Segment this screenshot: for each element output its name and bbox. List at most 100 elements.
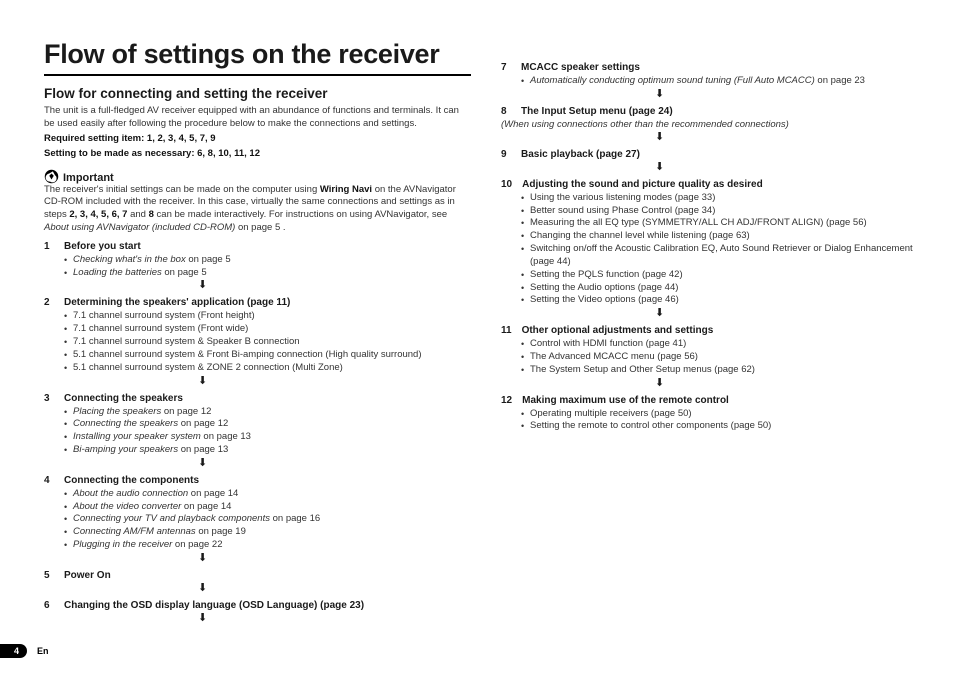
list-item-text: The System Setup and Other Setup menus (… xyxy=(530,364,755,375)
down-arrow-icon: ⬇ xyxy=(198,458,471,469)
list-item: Control with HDMI function (page 41) xyxy=(521,338,928,351)
list-item-text: 7.1 channel surround system (Front wide) xyxy=(73,323,248,334)
imp-wiring: Wiring Navi xyxy=(320,184,372,195)
imp-a: The receiver's initial settings can be m… xyxy=(44,184,320,195)
list-item-text: 7.1 channel surround system & Speaker B … xyxy=(73,336,300,347)
step-bullets: Placing the speakers on page 12Connectin… xyxy=(64,406,471,457)
list-item: Connecting the speakers on page 12 xyxy=(64,418,471,431)
list-item-text: Better sound using Phase Control (page 3… xyxy=(530,205,715,216)
list-item: Installing your speaker system on page 1… xyxy=(64,431,471,444)
list-item-italic: Bi-amping your speakers xyxy=(73,444,178,455)
imp-steps: 2, 3, 4, 5, 6, 7 xyxy=(69,209,127,220)
step-number: 8 xyxy=(501,106,511,117)
list-item: Loading the batteries on page 5 xyxy=(64,267,471,280)
step-heading: 1Before you start xyxy=(44,241,471,252)
list-item-text: Switching on/off the Acoustic Calibratio… xyxy=(530,243,913,267)
step-heading: 9Basic playback (page 27) xyxy=(501,149,928,160)
intro-text: The unit is a full-fledged AV receiver e… xyxy=(44,105,471,131)
left-steps: 1Before you start Checking what's in the … xyxy=(44,241,471,624)
down-arrow-icon: ⬇ xyxy=(655,89,928,100)
list-item: Placing the speakers on page 12 xyxy=(64,406,471,419)
list-item-text: Changing the channel level while listeni… xyxy=(530,230,750,241)
list-item-text: on page 13 xyxy=(201,431,251,442)
list-item-text: Setting the PQLS function (page 42) xyxy=(530,269,683,280)
list-item-italic: Plugging in the receiver xyxy=(73,539,172,550)
step-title: Power On xyxy=(64,570,111,581)
list-item-italic: Connecting AM/FM antennas xyxy=(73,526,196,537)
step-title: Adjusting the sound and picture quality … xyxy=(522,179,763,190)
list-item-text: on page 16 xyxy=(270,513,320,524)
section-subtitle: Flow for connecting and setting the rece… xyxy=(44,86,471,101)
step-number: 11 xyxy=(501,325,512,336)
step-bullets: Using the various listening modes (page … xyxy=(521,192,928,307)
down-arrow-icon: ⬇ xyxy=(198,583,471,594)
page: Flow of settings on the receiver Flow fo… xyxy=(0,0,954,676)
list-item: Bi-amping your speakers on page 13 xyxy=(64,444,471,457)
list-item-text: Setting the Audio options (page 44) xyxy=(530,282,678,293)
step-heading: 11Other optional adjustments and setting… xyxy=(501,325,928,336)
list-item-text: Setting the Video options (page 46) xyxy=(530,294,679,305)
down-arrow-icon: ⬇ xyxy=(198,376,471,387)
down-arrow-icon: ⬇ xyxy=(655,162,928,173)
page-language: En xyxy=(37,646,49,656)
step-number: 12 xyxy=(501,395,512,406)
list-item-text: on page 13 xyxy=(178,444,228,455)
title-rule xyxy=(44,74,471,76)
step-bullets: Checking what's in the box on page 5Load… xyxy=(64,254,471,280)
page-title: Flow of settings on the receiver xyxy=(44,40,471,68)
step-title: Making maximum use of the remote control xyxy=(522,395,729,406)
step-heading: 5 Power On xyxy=(44,570,471,581)
list-item-text: Measuring the all EQ type (SYMMETRY/ALL … xyxy=(530,217,867,228)
important-heading: Important xyxy=(44,169,471,184)
step-bullets: Automatically conducting optimum sound t… xyxy=(521,75,928,88)
step-title: Basic playback (page 27) xyxy=(521,149,640,160)
list-item-text: on page 19 xyxy=(196,526,246,537)
step-title: MCACC speaker settings xyxy=(521,62,640,73)
list-item-italic: Connecting your TV and playback componen… xyxy=(73,513,270,524)
list-item: Using the various listening modes (page … xyxy=(521,192,928,205)
down-arrow-icon: ⬇ xyxy=(198,613,471,624)
step-heading: 6 Changing the OSD display language (OSD … xyxy=(44,600,471,611)
list-item: Setting the Audio options (page 44) xyxy=(521,282,928,295)
list-item-text: on page 22 xyxy=(172,539,222,550)
list-item: 5.1 channel surround system & ZONE 2 con… xyxy=(64,362,471,375)
list-item-text: on page 5 xyxy=(162,267,207,278)
step-heading: 10Adjusting the sound and picture qualit… xyxy=(501,179,928,190)
down-arrow-icon: ⬇ xyxy=(655,378,928,389)
step-heading: 2Determining the speakers' application (… xyxy=(44,297,471,308)
list-item-text: Operating multiple receivers (page 50) xyxy=(530,408,692,419)
important-text: The receiver's initial settings can be m… xyxy=(44,184,471,235)
step-number: 6 xyxy=(44,600,54,611)
list-item-italic: Installing your speaker system xyxy=(73,431,201,442)
step-bullets: 7.1 channel surround system (Front heigh… xyxy=(64,310,471,374)
list-item: Switching on/off the Acoustic Calibratio… xyxy=(521,243,928,269)
step-title: Determining the speakers' application (p… xyxy=(64,297,290,308)
list-item-italic: Automatically conducting optimum sound t… xyxy=(530,75,815,86)
imp-tail: on page 5 . xyxy=(235,222,285,233)
list-item: Connecting AM/FM antennas on page 19 xyxy=(64,526,471,539)
list-item-text: on page 5 xyxy=(186,254,231,265)
step-number: 1 xyxy=(44,241,54,252)
list-item-text: Control with HDMI function (page 41) xyxy=(530,338,686,349)
right-top-spacer xyxy=(501,34,928,56)
step-bullets: Control with HDMI function (page 41) The … xyxy=(521,338,928,376)
page-number: 4 xyxy=(0,644,27,658)
step-heading: 8The Input Setup menu (page 24) xyxy=(501,106,928,117)
list-item-text: on page 12 xyxy=(161,406,211,417)
list-item-italic: Checking what's in the box xyxy=(73,254,186,265)
list-item: Setting the remote to control other comp… xyxy=(521,420,928,433)
step-title: Changing the OSD display language (OSD L… xyxy=(64,600,364,611)
down-arrow-icon: ⬇ xyxy=(198,553,471,564)
step-number: 4 xyxy=(44,475,54,486)
optional-values: : 6, 8, 10, 11, 12 xyxy=(191,148,260,159)
list-item-text: 5.1 channel surround system & Front Bi-a… xyxy=(73,349,422,360)
list-item: About the audio connection on page 14 xyxy=(64,488,471,501)
optional-line: Setting to be made as necessary: 6, 8, 1… xyxy=(44,148,471,161)
list-item-italic: Connecting the speakers xyxy=(73,418,178,429)
list-item: Changing the channel level while listeni… xyxy=(521,230,928,243)
step-number: 3 xyxy=(44,393,54,404)
step-number: 5 xyxy=(44,570,54,581)
list-item-italic: About the video converter xyxy=(73,501,181,512)
page-footer: 4 En xyxy=(0,644,49,658)
step-heading: 3Connecting the speakers xyxy=(44,393,471,404)
